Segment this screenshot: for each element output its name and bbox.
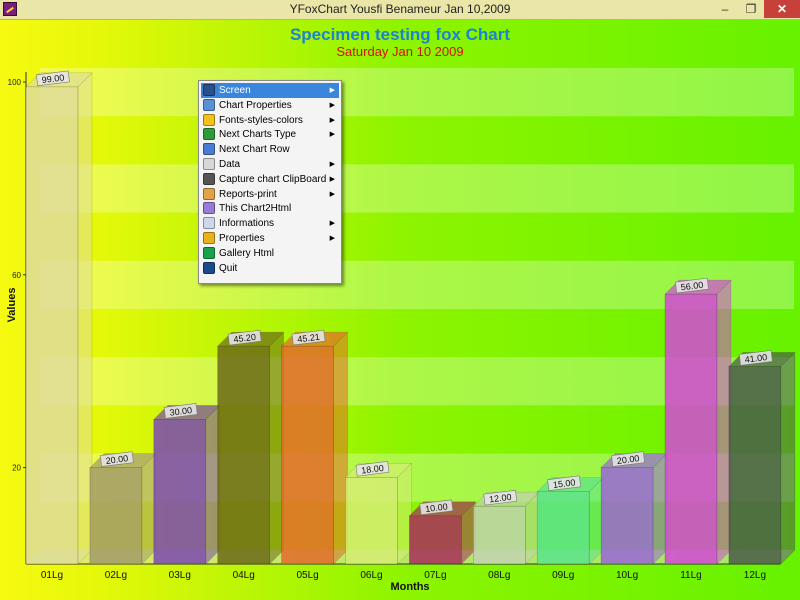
menu-item-gallery-html[interactable]: Gallery Html bbox=[201, 246, 339, 261]
x-tick-label: 11Lg bbox=[680, 570, 702, 581]
menu-item-capture-chart-clipboard[interactable]: Capture chart ClipBoard ▶ bbox=[201, 172, 339, 187]
menu-item-next-chart-row[interactable]: Next Chart Row bbox=[201, 142, 339, 157]
menu-item-label: Reports-print bbox=[219, 188, 277, 200]
submenu-arrow-icon: ▶ bbox=[329, 175, 335, 183]
menu-item-label: Data bbox=[219, 159, 241, 170]
star-icon bbox=[203, 113, 215, 126]
bar-front bbox=[281, 345, 334, 565]
screen-icon bbox=[203, 84, 215, 96]
menu-item-data[interactable]: Data ▶ bbox=[201, 157, 339, 172]
menu-item-label: Quit bbox=[219, 262, 238, 274]
bar-front bbox=[600, 467, 654, 565]
y-tick-label: 100 bbox=[8, 78, 22, 87]
camera-icon bbox=[203, 172, 215, 185]
menu-item-next-charts-type[interactable]: Next Charts Type ▶ bbox=[201, 127, 339, 142]
checkmark-icon bbox=[203, 246, 215, 259]
flag-icon bbox=[203, 128, 215, 141]
x-tick-label: 07Lg bbox=[424, 570, 446, 581]
x-tick-label: 05Lg bbox=[296, 570, 318, 581]
menu-item-label: Gallery Html bbox=[219, 247, 275, 259]
menu-item-reports-print[interactable]: Reports-print ▶ bbox=[201, 187, 339, 202]
submenu-arrow-icon: ▶ bbox=[329, 131, 335, 139]
submenu-arrow-icon: ▶ bbox=[329, 87, 335, 94]
x-tick-label: 09Lg bbox=[552, 570, 574, 581]
bar-front bbox=[89, 467, 143, 565]
x-tick-label: 10Lg bbox=[616, 570, 638, 581]
menu-item-quit[interactable]: Quit bbox=[201, 261, 339, 276]
bar-side bbox=[780, 351, 796, 565]
chart-subtitle: Saturday Jan 10 2009 bbox=[336, 44, 463, 59]
maximize-button[interactable]: ❐ bbox=[738, 0, 764, 18]
menu-item-label: Chart Properties bbox=[219, 99, 292, 111]
submenu-arrow-icon: ▶ bbox=[329, 116, 335, 124]
bar-front bbox=[536, 491, 590, 565]
bar-front bbox=[153, 419, 207, 565]
menu-item-label: Informations bbox=[219, 218, 275, 230]
menu-item-label: Properties bbox=[219, 233, 265, 244]
bar-front bbox=[25, 86, 79, 565]
bar-front bbox=[345, 476, 398, 565]
y-tick-label: 60 bbox=[12, 271, 21, 280]
bar-front bbox=[728, 366, 782, 565]
menu-item-screen[interactable]: Screen ▶ bbox=[201, 83, 339, 98]
chart-title: Specimen testing fox Chart bbox=[290, 25, 510, 44]
x-tick-label: 03Lg bbox=[169, 570, 191, 581]
globe-icon bbox=[203, 202, 215, 215]
title-bar: YFoxChart Yousfi Benameur Jan 10,2009 – … bbox=[0, 0, 800, 20]
grid-band bbox=[40, 164, 794, 213]
window-title: YFoxChart Yousfi Benameur Jan 10,2009 bbox=[289, 2, 511, 16]
x-tick-label: 12Lg bbox=[744, 570, 766, 581]
menu-item-informations[interactable]: Informations ▶ bbox=[201, 216, 339, 231]
y-axis-label: Values bbox=[6, 288, 18, 323]
close-button[interactable]: ✕ bbox=[764, 0, 800, 18]
menu-item-label: Next Charts Type bbox=[219, 129, 297, 141]
shield-icon bbox=[203, 232, 215, 244]
menu-item-label: Screen bbox=[219, 85, 251, 96]
context-menu: Screen ▶ Chart Properties ▶ Fonts-styles-col… bbox=[198, 80, 342, 284]
menu-item-fonts-styles-colors[interactable]: Fonts-styles-colors ▶ bbox=[201, 113, 339, 128]
bar-front bbox=[217, 345, 270, 565]
power-icon bbox=[203, 261, 215, 274]
menu-item-this-chart2html[interactable]: This Chart2Html bbox=[201, 201, 339, 216]
x-tick-label: 02Lg bbox=[105, 570, 127, 581]
submenu-arrow-icon: ▶ bbox=[329, 235, 335, 242]
submenu-arrow-icon: ▶ bbox=[329, 161, 335, 168]
x-tick-label: 06Lg bbox=[360, 570, 382, 581]
folder-icon bbox=[203, 187, 215, 200]
minimize-button[interactable]: – bbox=[712, 0, 738, 18]
submenu-arrow-icon: ▶ bbox=[329, 101, 335, 109]
menu-item-label: Capture chart ClipBoard bbox=[219, 173, 327, 185]
bar-chart: 2060100 99.0001Lg20.0002Lg30.0003Lg45.20… bbox=[0, 20, 800, 600]
y-tick-label: 20 bbox=[12, 464, 21, 473]
document-icon bbox=[203, 143, 215, 156]
calendar-icon bbox=[203, 158, 215, 170]
submenu-arrow-icon: ▶ bbox=[329, 190, 335, 198]
menu-item-properties[interactable]: Properties ▶ bbox=[201, 231, 339, 246]
menu-item-label: Next Chart Row bbox=[219, 144, 290, 156]
x-tick-label: 04Lg bbox=[233, 570, 255, 581]
x-tick-label: 08Lg bbox=[488, 570, 510, 581]
magnifier-icon bbox=[203, 98, 215, 111]
menu-item-label: Fonts-styles-colors bbox=[219, 114, 303, 126]
x-axis-label: Months bbox=[390, 581, 429, 593]
grid-band bbox=[40, 68, 794, 117]
x-tick-label: 01Lg bbox=[41, 570, 63, 581]
menu-item-label: This Chart2Html bbox=[219, 203, 292, 215]
submenu-arrow-icon: ▶ bbox=[329, 220, 335, 228]
bar-front bbox=[664, 293, 718, 565]
bar-front bbox=[409, 515, 462, 565]
menu-item-chart-properties[interactable]: Chart Properties ▶ bbox=[201, 98, 339, 113]
page-icon bbox=[203, 217, 215, 230]
bar-front bbox=[472, 505, 526, 565]
